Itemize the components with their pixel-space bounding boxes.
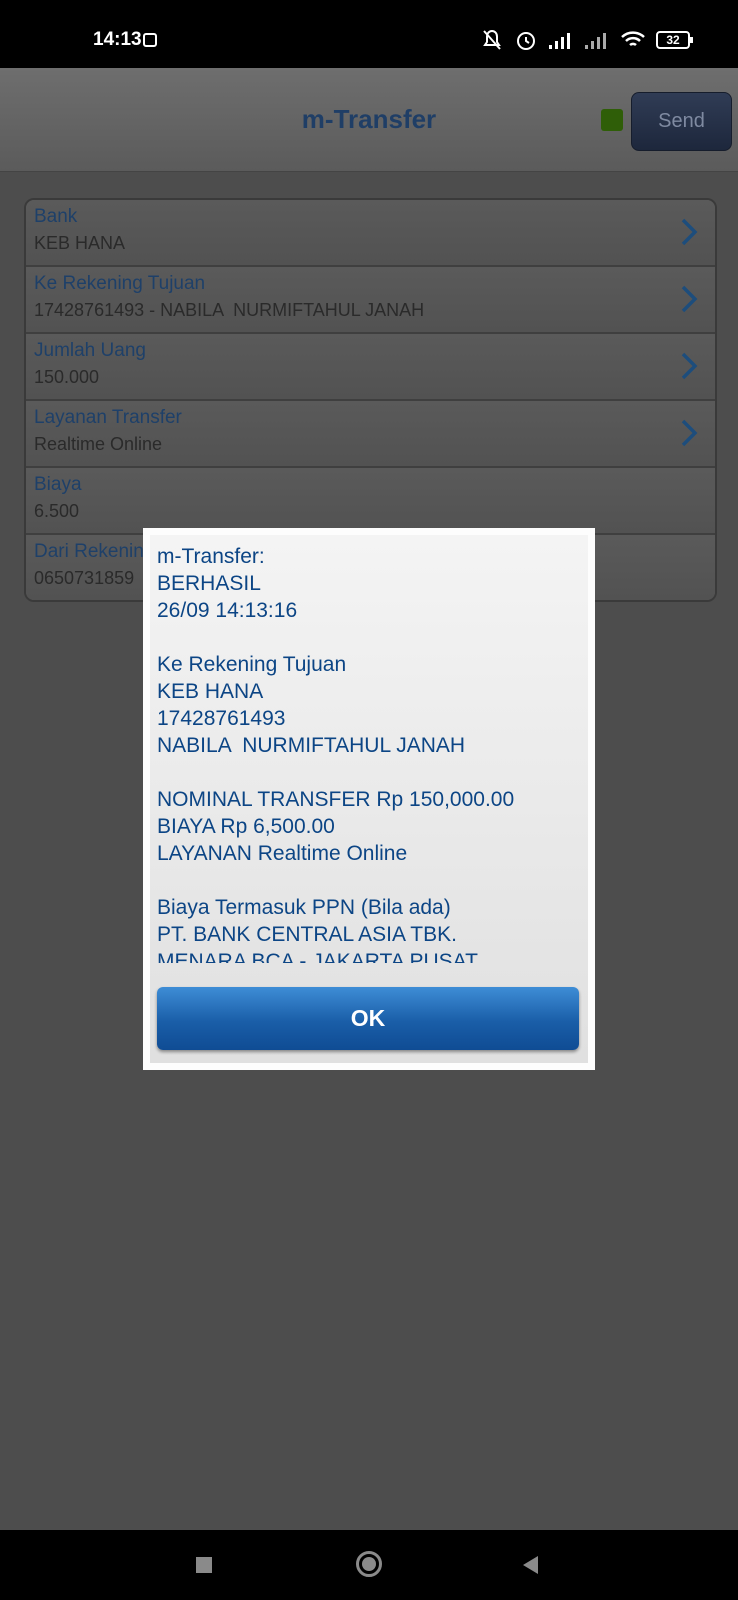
signal-icon-2 [585,33,606,49]
form-row-bank[interactable]: Bank KEB HANA [26,200,715,267]
status-indicator [601,109,623,131]
dialog-body: m-Transfer: BERHASIL 26/09 14:13:16 Ke R… [150,535,588,1063]
chevron-right-icon [681,218,698,246]
mute-icon [483,29,501,50]
row-value: KEB HANA [34,233,126,253]
alarm-icon [517,32,535,50]
status-time: 14:13 [93,29,142,50]
app-bar: m-Transfer Send [0,68,738,172]
row-label: Jumlah Uang [34,340,146,361]
battery-icon: 32 [656,31,693,49]
page-title: m-Transfer [301,104,437,134]
form-row-destination-account[interactable]: Ke Rekening Tujuan 17428761493 - NABILA … [26,267,715,334]
chevron-right-icon [681,419,698,447]
row-label: Dari Rekening [34,541,155,562]
send-button[interactable]: Send [631,92,732,151]
signal-icon [549,33,570,49]
home-button[interactable] [356,1551,382,1577]
row-value: 0650731859 [34,568,135,588]
row-value: 6.500 [34,501,80,521]
chevron-right-icon [681,352,698,380]
recent-apps-button[interactable] [196,1557,212,1573]
form-row-transfer-service[interactable]: Layanan Transfer Realtime Online [26,401,715,468]
result-dialog: m-Transfer: BERHASIL 26/09 14:13:16 Ke R… [143,528,595,1070]
dialog-message[interactable]: m-Transfer: BERHASIL 26/09 14:13:16 Ke R… [157,543,577,963]
row-label: Biaya [34,474,82,495]
navigation-bar [0,1530,738,1600]
form-row-amount[interactable]: Jumlah Uang 150.000 [26,334,715,401]
row-value: 17428761493 - NABILA NURMIFTAHUL JANAH [34,300,425,320]
ok-button[interactable]: OK [157,987,579,1050]
row-value: Realtime Online [34,434,163,454]
row-label: Bank [34,206,78,227]
back-button[interactable] [521,1555,539,1575]
status-icons: 32 [480,28,693,52]
chevron-right-icon [681,285,698,313]
row-value: 150.000 [34,367,100,387]
notification-icon [143,33,157,47]
form-row-fee: Biaya 6.500 [26,468,715,535]
row-label: Layanan Transfer [34,407,182,428]
wifi-icon [621,31,645,47]
status-bar: 14:13 32 [0,0,738,68]
row-label: Ke Rekening Tujuan [34,273,206,294]
